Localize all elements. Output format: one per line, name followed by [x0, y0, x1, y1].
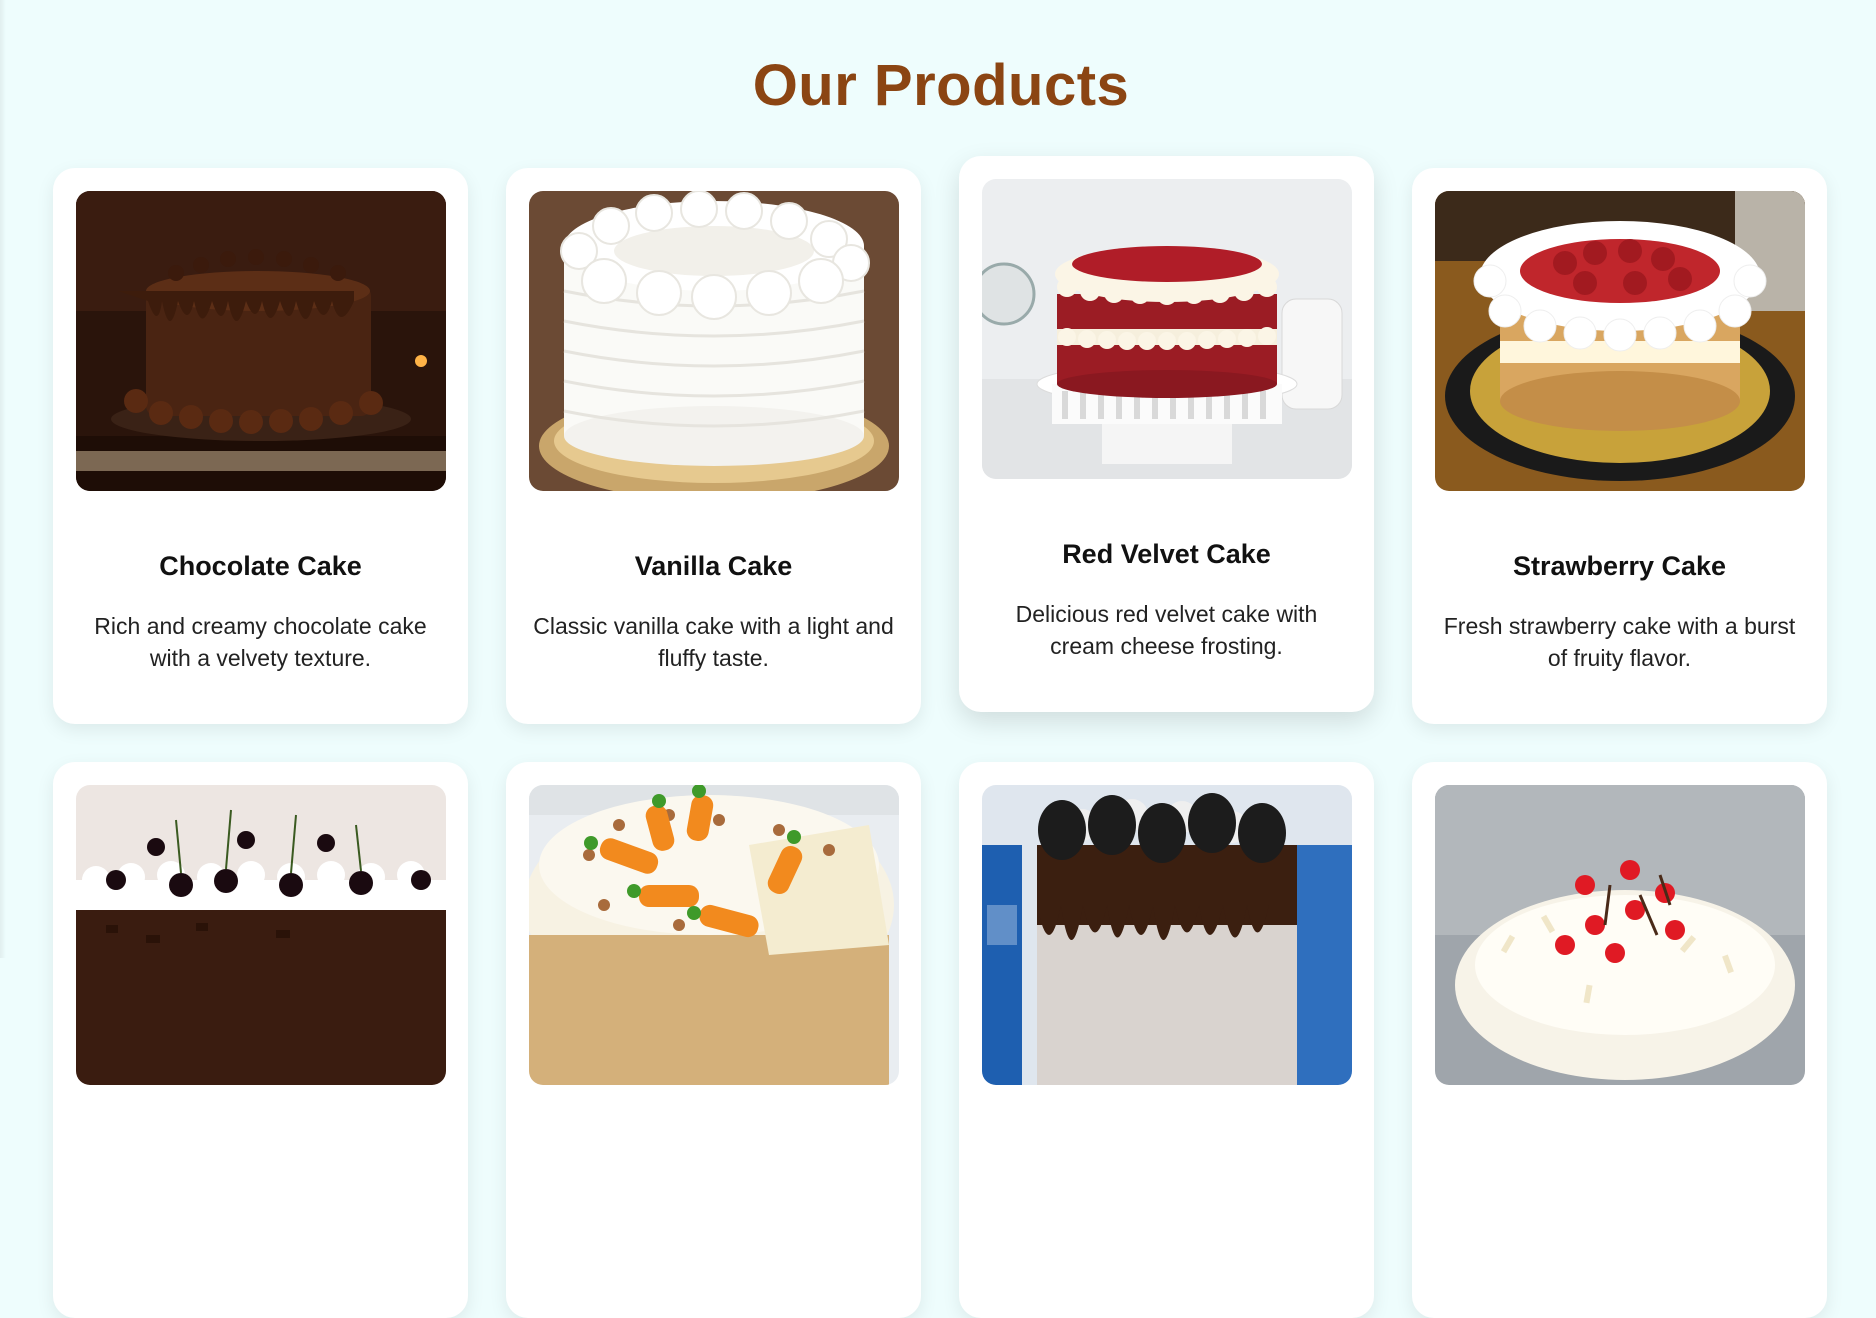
product-card-white-forest-cake[interactable]: [1412, 762, 1827, 1318]
product-name: Strawberry Cake: [1512, 551, 1727, 581]
product-card-carrot-cake[interactable]: [506, 762, 921, 1318]
black-forest-cake-image: [76, 785, 446, 1085]
product-description: Fresh strawberry cake with a burst of fr…: [1443, 613, 1796, 671]
strawberry-cake-image: [1435, 191, 1805, 491]
chocolate-cake-image: [76, 191, 446, 491]
product-description: Rich and creamy chocolate cake with a ve…: [94, 613, 427, 671]
product-card-black-forest-cake[interactable]: [53, 762, 468, 1318]
product-card-chocolate-cake[interactable]: Chocolate Cake Rich and creamy chocolate…: [53, 168, 468, 724]
white-forest-cake-image: [1435, 785, 1805, 1085]
red-velvet-cake-image: [982, 179, 1352, 479]
product-card-strawberry-cake[interactable]: Strawberry Cake Fresh strawberry cake wi…: [1412, 168, 1827, 724]
products-grid: Chocolate Cake Rich and creamy chocolate…: [0, 0, 1876, 1318]
oreo-cake-image: [982, 785, 1352, 1085]
product-name: Red Velvet Cake: [1062, 539, 1271, 569]
product-description: Classic vanilla cake with a light and fl…: [533, 613, 894, 671]
product-description: Delicious red velvet cake with cream che…: [1015, 601, 1318, 659]
product-card-vanilla-cake[interactable]: Vanilla Cake Classic vanilla cake with a…: [506, 168, 921, 724]
carrot-cake-image: [529, 785, 899, 1085]
product-card-red-velvet-cake[interactable]: Red Velvet Cake Delicious red velvet cak…: [959, 156, 1374, 712]
product-name: Chocolate Cake: [159, 551, 362, 581]
product-card-oreo-cake[interactable]: [959, 762, 1374, 1318]
product-name: Vanilla Cake: [634, 551, 793, 581]
vanilla-cake-image: [529, 191, 899, 491]
